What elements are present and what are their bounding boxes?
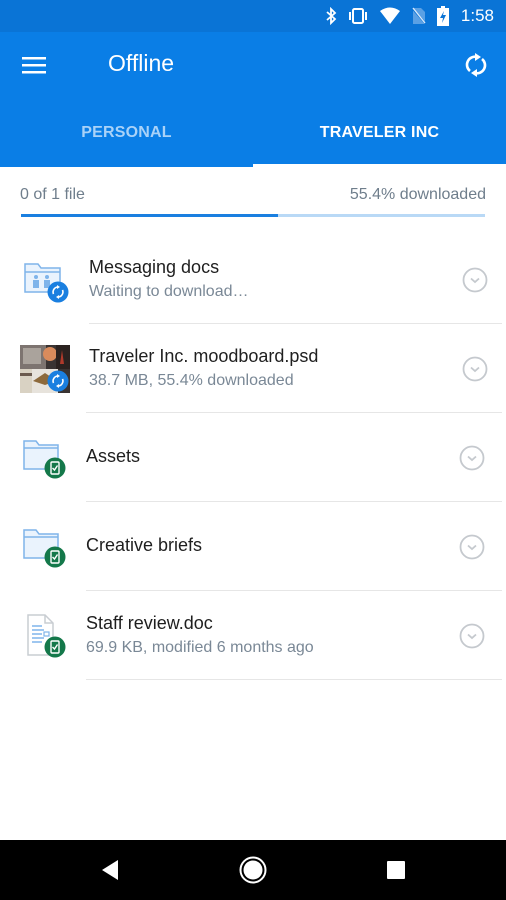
download-progress: 0 of 1 file 55.4% downloaded xyxy=(0,167,506,227)
wifi-icon xyxy=(379,7,400,24)
offline-badge-icon xyxy=(44,457,66,479)
file-count-label: 0 of 1 file xyxy=(20,186,85,203)
list-item[interactable]: Creative briefs xyxy=(0,502,506,591)
sync-badge-icon xyxy=(47,281,69,303)
menu-icon xyxy=(22,57,46,74)
sync-badge-icon xyxy=(47,370,69,392)
item-name: Creative briefs xyxy=(86,535,203,555)
image-thumbnail xyxy=(20,344,70,394)
offline-badge-icon xyxy=(44,636,66,658)
status-time: 1:58 xyxy=(460,6,494,25)
chevron-down-circle-icon[interactable] xyxy=(460,265,490,295)
item-name: Staff review.doc xyxy=(86,613,213,633)
app-bar: Offline xyxy=(0,32,506,98)
home-icon xyxy=(239,856,267,884)
recents-button[interactable] xyxy=(376,850,416,890)
chevron-down-circle-icon[interactable] xyxy=(457,443,487,473)
back-button[interactable] xyxy=(90,850,130,890)
back-icon xyxy=(102,860,118,880)
item-name: Assets xyxy=(86,446,141,466)
sync-button[interactable] xyxy=(456,45,496,85)
status-bar: 1:58 xyxy=(0,0,506,32)
offline-file-list: Messaging docs Waiting to download… Trav… xyxy=(0,235,506,680)
item-name: Traveler Inc. moodboard.psd xyxy=(89,346,319,366)
divider xyxy=(86,679,502,680)
no-sim-icon xyxy=(411,7,427,25)
folder-icon xyxy=(20,433,70,483)
chevron-down-circle-icon[interactable] xyxy=(457,621,487,651)
vibrate-icon xyxy=(348,8,367,24)
battery-charging-icon xyxy=(436,6,449,26)
list-item[interactable]: Traveler Inc. moodboard.psd 38.7 MB, 55.… xyxy=(0,324,506,413)
item-subtitle: 38.7 MB, 55.4% downloaded xyxy=(89,372,294,389)
chevron-down-circle-icon[interactable] xyxy=(457,532,487,562)
list-item[interactable]: Assets xyxy=(0,413,506,502)
percent-downloaded-label: 55.4% downloaded xyxy=(349,186,486,203)
home-button[interactable] xyxy=(233,850,273,890)
item-subtitle: 69.9 KB, modified 6 months ago xyxy=(86,639,314,656)
tab-personal[interactable]: PERSONAL xyxy=(0,98,253,167)
item-subtitle: Waiting to download… xyxy=(89,283,249,300)
chevron-down-circle-icon[interactable] xyxy=(460,354,490,384)
navigation-bar xyxy=(0,840,506,900)
folder-icon xyxy=(20,522,70,572)
progress-bar xyxy=(21,214,485,217)
progress-bar-fill xyxy=(21,214,279,217)
bluetooth-icon xyxy=(326,7,337,25)
tab-traveler-inc[interactable]: TRAVELER INC xyxy=(253,98,506,167)
list-item[interactable]: Messaging docs Waiting to download… xyxy=(0,235,506,324)
document-icon xyxy=(20,611,70,661)
menu-button[interactable] xyxy=(14,45,54,85)
sync-icon xyxy=(465,53,487,77)
list-item[interactable]: Staff review.doc 69.9 KB, modified 6 mon… xyxy=(0,591,506,680)
account-tabs: PERSONAL TRAVELER INC xyxy=(0,98,506,167)
recents-icon xyxy=(387,861,405,879)
offline-badge-icon xyxy=(44,546,66,568)
page-title: Offline xyxy=(108,50,175,76)
item-name: Messaging docs xyxy=(89,257,220,277)
shared-folder-icon xyxy=(20,255,70,305)
